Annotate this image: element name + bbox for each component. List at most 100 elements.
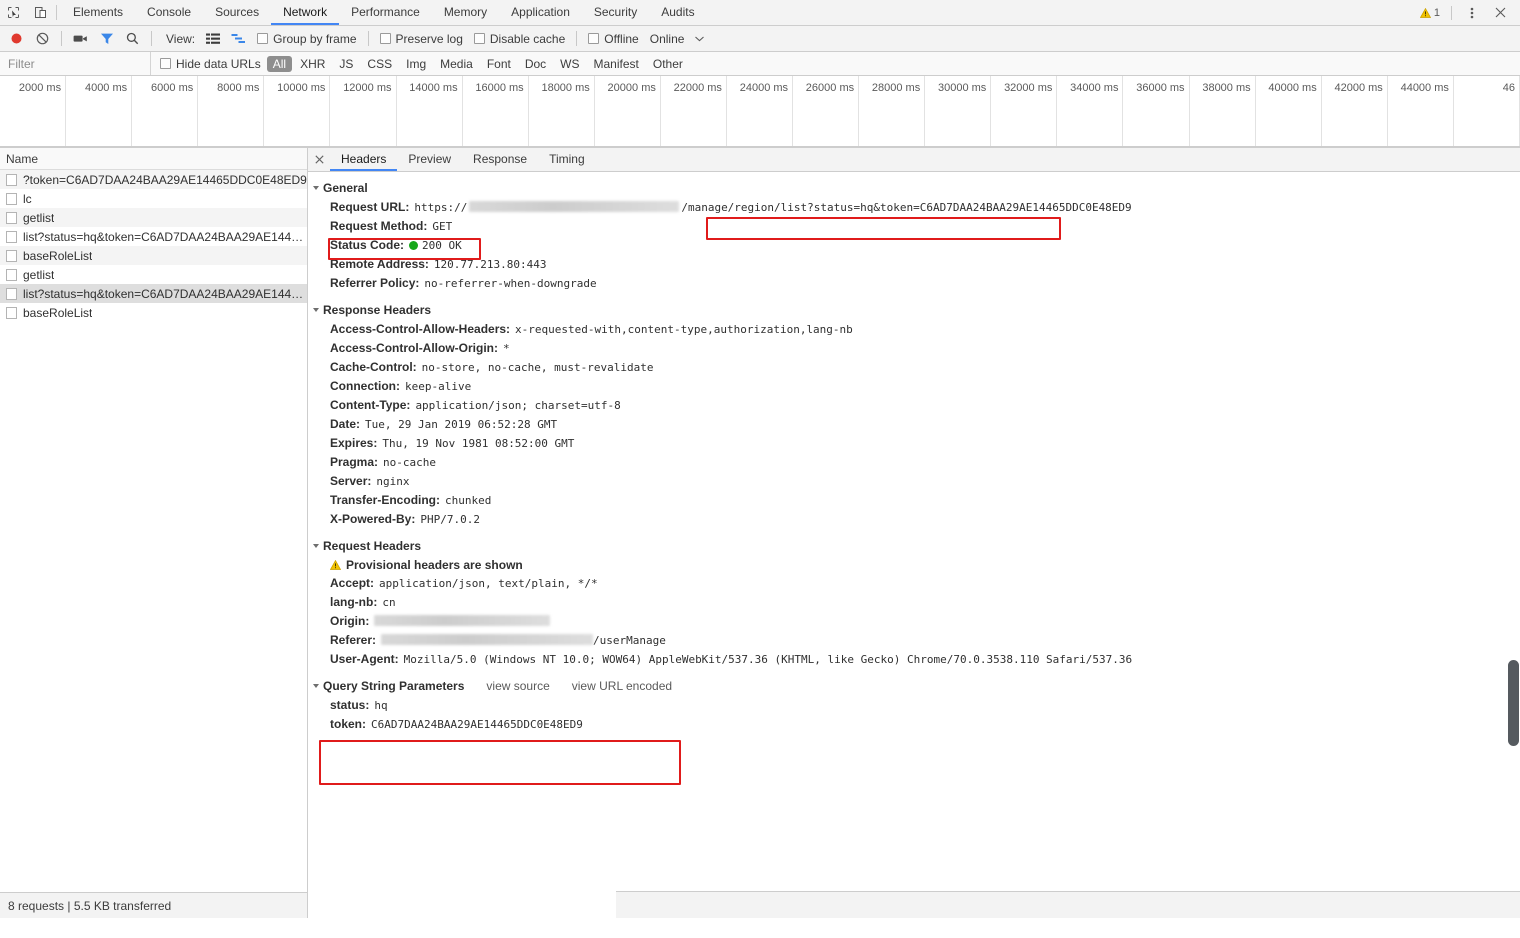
overview-tick-label: 44000 ms: [1400, 82, 1449, 94]
chip-label: Manifest: [593, 56, 639, 71]
detail-tab-response[interactable]: Response: [462, 148, 538, 171]
clear-icon[interactable]: [30, 28, 55, 50]
search-icon[interactable]: [120, 28, 145, 50]
disable-cache-checkbox[interactable]: Disable cache: [469, 32, 570, 46]
overview-tick-label: 34000 ms: [1070, 82, 1119, 94]
detail-vertical-scrollbar[interactable]: [1508, 660, 1519, 746]
overview-tick-label: 46: [1502, 82, 1515, 94]
tab-performance[interactable]: Performance: [339, 0, 432, 25]
filter-type-ws[interactable]: WS: [554, 56, 585, 72]
query-param-value: C6AD7DAA24BAA29AE14465DDC0E48ED9: [371, 718, 583, 731]
camera-icon[interactable]: [68, 28, 93, 50]
request-list[interactable]: ?token=C6AD7DAA24BAA29AE14465DDC0E48ED9 l…: [0, 170, 307, 892]
overview-tick: 26000 ms: [793, 76, 860, 147]
filter-type-doc[interactable]: Doc: [519, 56, 552, 72]
device-glyph: [35, 7, 46, 18]
request-row[interactable]: getlist: [0, 208, 307, 227]
offline-checkbox[interactable]: Offline: [583, 32, 643, 46]
detail-tab-timing[interactable]: Timing: [538, 148, 596, 171]
overview-tick: 28000 ms: [859, 76, 926, 147]
request-type-icon: [6, 249, 17, 262]
view-source-link[interactable]: view source: [486, 679, 549, 693]
network-toolbar: View: Group by frame Preserve log Disabl…: [0, 26, 1520, 52]
detail-tab-preview[interactable]: Preview: [397, 148, 462, 171]
request-row[interactable]: list?status=hq&token=C6AD7DAA24BAA29AE14…: [0, 284, 307, 303]
tab-audits[interactable]: Audits: [649, 0, 706, 25]
header-key: User-Agent:: [330, 652, 399, 666]
tab-network[interactable]: Network: [271, 0, 340, 25]
url-path: /manage/region/list: [681, 201, 808, 214]
url-query: ?status=hq&token=C6AD7DAA24BAA29AE14465D…: [807, 201, 1132, 214]
inspect-element-icon[interactable]: [0, 0, 27, 25]
request-row[interactable]: list?status=hq&token=C6AD7DAA24BAA29AE14…: [0, 227, 307, 246]
header-row: Pragma: no-cache: [308, 453, 1520, 472]
request-row[interactable]: getlist: [0, 265, 307, 284]
tab-label: Elements: [73, 4, 124, 19]
detail-tab-headers[interactable]: Headers: [330, 148, 398, 171]
network-overview-timeline[interactable]: 2000 ms 4000 ms 6000 ms 8000 ms 10000 ms 1200…: [0, 76, 1520, 148]
overview-tick: 32000 ms: [991, 76, 1058, 147]
chevron-expanded-icon: [313, 186, 319, 190]
waterfall-bars-glyph: [231, 33, 246, 43]
filter-type-css[interactable]: CSS: [361, 56, 398, 72]
section-response-headers[interactable]: Response Headers: [308, 300, 1520, 320]
list-rows-glyph: [205, 33, 220, 44]
section-request-headers[interactable]: Request Headers: [308, 536, 1520, 556]
divider: [367, 31, 369, 46]
filter-type-img[interactable]: Img: [400, 56, 432, 72]
request-row[interactable]: baseRoleList: [0, 246, 307, 265]
request-row[interactable]: baseRoleList: [0, 303, 307, 322]
tab-console[interactable]: Console: [135, 0, 203, 25]
section-query-string-parameters[interactable]: Query String Parameters view source view…: [308, 676, 1520, 696]
checkbox-box: [588, 33, 600, 44]
hide-data-urls-checkbox[interactable]: Hide data URLs: [155, 57, 266, 71]
header-key: lang-nb:: [330, 595, 378, 609]
header-key: Status Code:: [330, 238, 405, 252]
request-type-icon: [6, 268, 17, 281]
header-value: no-store, no-cache, must-revalidate: [421, 361, 654, 374]
chevron-down-icon[interactable]: [690, 36, 708, 42]
filter-type-other[interactable]: Other: [647, 56, 689, 72]
filter-input[interactable]: [0, 52, 150, 75]
tab-label: Response: [473, 151, 528, 166]
preserve-log-checkbox[interactable]: Preserve log: [375, 32, 468, 46]
filter-type-all[interactable]: All: [266, 55, 293, 72]
column-header-name[interactable]: Name: [0, 148, 307, 170]
filter-type-xhr[interactable]: XHR: [294, 56, 331, 72]
checkbox-box: [473, 33, 485, 44]
device-toolbar-icon[interactable]: [27, 0, 54, 25]
provisional-headers-notice: Provisional headers are shown: [308, 556, 1520, 574]
record-stop-icon[interactable]: [4, 28, 29, 50]
qsp-title[interactable]: Query String Parameters: [313, 679, 465, 693]
header-value: nginx: [376, 475, 410, 488]
view-url-encoded-link[interactable]: view URL encoded: [572, 679, 672, 693]
overview-tick: 2000 ms: [0, 76, 67, 147]
tab-security[interactable]: Security: [582, 0, 649, 25]
tab-sources[interactable]: Sources: [203, 0, 271, 25]
close-detail-icon[interactable]: [308, 148, 330, 171]
close-icon[interactable]: [1487, 7, 1514, 18]
tab-application[interactable]: Application: [499, 0, 582, 25]
filter-type-font[interactable]: Font: [481, 56, 517, 72]
overview-tick: 22000 ms: [661, 76, 727, 147]
request-row[interactable]: lc: [0, 189, 307, 208]
header-value: application/json, text/plain, */*: [379, 577, 598, 590]
list-view-icon[interactable]: [200, 28, 225, 50]
overview-tick-label: 26000 ms: [805, 82, 855, 94]
section-general[interactable]: General: [308, 178, 1520, 198]
filter-type-js[interactable]: JS: [333, 56, 359, 72]
header-row: Server: nginx: [308, 472, 1520, 491]
section-title-label: Query String Parameters: [323, 679, 465, 693]
header-key: Access-Control-Allow-Origin:: [330, 341, 499, 355]
more-options-icon[interactable]: [1458, 6, 1485, 20]
group-by-frame-checkbox[interactable]: Group by frame: [252, 32, 361, 46]
request-row[interactable]: ?token=C6AD7DAA24BAA29AE14465DDC0E48ED9: [0, 170, 307, 189]
tab-elements[interactable]: Elements: [61, 0, 135, 25]
waterfall-view-icon[interactable]: [226, 28, 251, 50]
tab-memory[interactable]: Memory: [432, 0, 499, 25]
filter-funnel-icon[interactable]: [94, 28, 119, 50]
filter-type-media[interactable]: Media: [434, 56, 479, 72]
filter-type-manifest[interactable]: Manifest: [588, 56, 645, 72]
throttling-select[interactable]: Online: [645, 32, 690, 46]
warning-count-chip[interactable]: 1: [1415, 7, 1445, 19]
